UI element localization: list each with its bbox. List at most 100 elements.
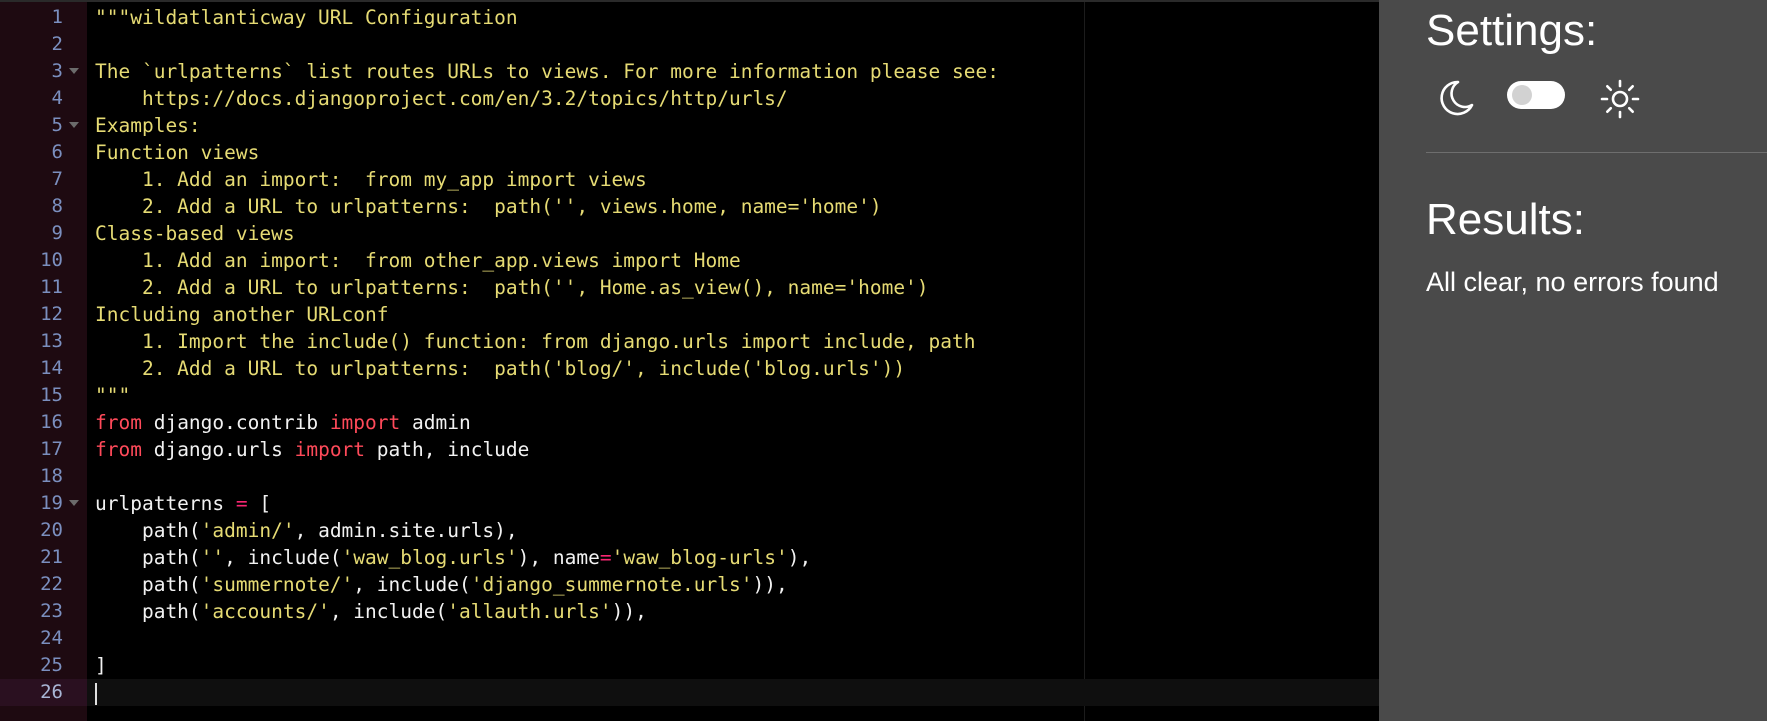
code-line[interactable]: 10 1. Add an import: from other_app.view… [0, 247, 1379, 274]
code-text[interactable]: 2. Add a URL to urlpatterns: path('blog/… [95, 358, 905, 379]
line-number: 20 [40, 519, 63, 541]
code-token: django.urls [141, 438, 295, 461]
code-text[interactable]: 1. Import the include() function: from d… [95, 331, 976, 352]
line-number-cell: 4 [0, 85, 87, 112]
code-token: 2. Add a URL to urlpatterns: path('', Ho… [95, 276, 929, 299]
line-number: 7 [51, 168, 63, 190]
code-text[interactable]: Class-based views [95, 223, 295, 244]
code-token: 'django_summernote.urls' [470, 573, 753, 596]
code-line[interactable]: 15 """ [0, 382, 1379, 409]
code-text[interactable]: """ [95, 385, 130, 406]
code-token: from [95, 438, 142, 461]
code-line[interactable]: 3 The `urlpatterns` list routes URLs to v… [0, 58, 1379, 85]
line-number: 6 [51, 141, 63, 163]
code-line[interactable]: 2 [0, 31, 1379, 58]
code-token: Including another URLconf [95, 303, 389, 326]
code-token: django.contrib [141, 411, 330, 434]
moon-icon[interactable] [1434, 77, 1476, 119]
code-line[interactable]: 22 path('summernote/', include('django_s… [0, 571, 1379, 598]
code-text[interactable]: The `urlpatterns` list routes URLs to vi… [95, 61, 999, 82]
line-number: 13 [40, 330, 63, 352]
fold-arrow-icon[interactable] [69, 500, 79, 506]
code-text[interactable]: Including another URLconf [95, 304, 389, 325]
code-text[interactable]: Function views [95, 142, 259, 163]
code-token: import [294, 438, 366, 461]
code-text[interactable]: path('summernote/', include('django_summ… [95, 574, 788, 595]
code-token: path( [95, 573, 201, 596]
line-number-cell: 18 [0, 463, 87, 490]
code-line[interactable]: 24 [0, 625, 1379, 652]
code-line[interactable]: 13 1. Import the include() function: fro… [0, 328, 1379, 355]
code-text[interactable] [95, 682, 97, 705]
code-line[interactable]: 26 [0, 679, 1379, 706]
code-text[interactable]: """wildatlanticway URL Configuration [95, 7, 518, 28]
code-token: from [95, 411, 142, 434]
line-number-cell: 2 [0, 31, 87, 58]
code-token: 1. Import the include() function: from d… [95, 330, 976, 353]
code-token: )), [752, 573, 788, 596]
line-number-cell: 13 [0, 328, 87, 355]
code-token: 2. Add a URL to urlpatterns: path('blog/… [95, 357, 906, 380]
code-text[interactable]: 1. Add an import: from other_app.views i… [95, 250, 741, 271]
code-line[interactable]: 17 from django.urls import path, include [0, 436, 1379, 463]
code-line[interactable]: 16 from django.contrib import admin [0, 409, 1379, 436]
code-line[interactable]: 20 path('admin/', admin.site.urls), [0, 517, 1379, 544]
theme-toggle[interactable] [1507, 81, 1565, 109]
code-text[interactable]: https://docs.djangoproject.com/en/3.2/to… [95, 88, 788, 109]
code-token: '' [200, 546, 225, 569]
code-line[interactable]: 11 2. Add a URL to urlpatterns: path('',… [0, 274, 1379, 301]
code-text[interactable]: Examples: [95, 115, 201, 136]
code-text[interactable]: 2. Add a URL to urlpatterns: path('', Ho… [95, 277, 929, 298]
code-line[interactable]: 18 [0, 463, 1379, 490]
code-line[interactable]: 25] [0, 652, 1379, 679]
results-panel: Settings: Results: All clear, no errors … [1379, 0, 1767, 721]
code-text[interactable]: path('admin/', admin.site.urls), [95, 520, 518, 541]
code-token: 'summernote/' [200, 573, 354, 596]
code-line[interactable]: 5 Examples: [0, 112, 1379, 139]
code-text[interactable]: 2. Add a URL to urlpatterns: path('', vi… [95, 196, 882, 217]
code-line[interactable]: 23 path('accounts/', include('allauth.ur… [0, 598, 1379, 625]
code-text[interactable]: from django.contrib import admin [95, 412, 471, 433]
fold-arrow-icon[interactable] [69, 68, 79, 74]
sun-icon[interactable] [1599, 78, 1641, 120]
fold-arrow-icon[interactable] [69, 122, 79, 128]
line-number: 23 [40, 600, 63, 622]
line-number-cell: 19 [0, 490, 87, 517]
line-number-cell: 24 [0, 625, 87, 652]
line-number-cell: 11 [0, 274, 87, 301]
line-number-cell: 17 [0, 436, 87, 463]
code-token: path, include [365, 438, 530, 461]
code-text[interactable]: urlpatterns = [ [95, 493, 271, 514]
line-number: 11 [40, 276, 63, 298]
results-heading: Results: [1426, 195, 1585, 244]
code-text[interactable]: path('', include('waw_blog.urls'), name=… [95, 547, 811, 568]
line-number: 22 [40, 573, 63, 595]
code-line[interactable]: 8 2. Add a URL to urlpatterns: path('', … [0, 193, 1379, 220]
line-number: 9 [51, 222, 63, 244]
code-text[interactable]: 1. Add an import: from my_app import vie… [95, 169, 647, 190]
code-line[interactable]: 12 Including another URLconf [0, 301, 1379, 328]
code-token: ] [95, 654, 107, 677]
code-line[interactable]: 21 path('', include('waw_blog.urls'), na… [0, 544, 1379, 571]
line-number: 14 [40, 357, 63, 379]
line-number: 24 [40, 627, 63, 649]
line-number-cell: 8 [0, 193, 87, 220]
code-text[interactable]: from django.urls import path, include [95, 439, 529, 460]
code-line[interactable]: 4 https://docs.djangoproject.com/en/3.2/… [0, 85, 1379, 112]
code-text[interactable]: path('accounts/', include('allauth.urls'… [95, 601, 647, 622]
code-line[interactable]: 14 2. Add a URL to urlpatterns: path('bl… [0, 355, 1379, 382]
code-line[interactable]: 9 Class-based views [0, 220, 1379, 247]
line-number: 8 [51, 195, 63, 217]
code-token: urlpatterns [95, 492, 236, 515]
line-number-cell: 6 [0, 139, 87, 166]
code-line[interactable]: 7 1. Add an import: from my_app import v… [0, 166, 1379, 193]
code-line[interactable]: 6 Function views [0, 139, 1379, 166]
code-line[interactable]: 19 urlpatterns = [ [0, 490, 1379, 517]
toggle-knob [1512, 85, 1532, 105]
code-line[interactable]: 1 """wildatlanticway URL Configuration [0, 4, 1379, 31]
code-text[interactable]: ] [95, 655, 107, 676]
code-token: https://docs.djangoproject.com/en/3.2/to… [95, 87, 788, 110]
line-number-cell: 1 [0, 4, 87, 31]
code-token: 1. Add an import: from other_app.views i… [95, 249, 741, 272]
code-editor[interactable]: 1 """wildatlanticway URL Configuration 2 3 T… [0, 0, 1379, 721]
